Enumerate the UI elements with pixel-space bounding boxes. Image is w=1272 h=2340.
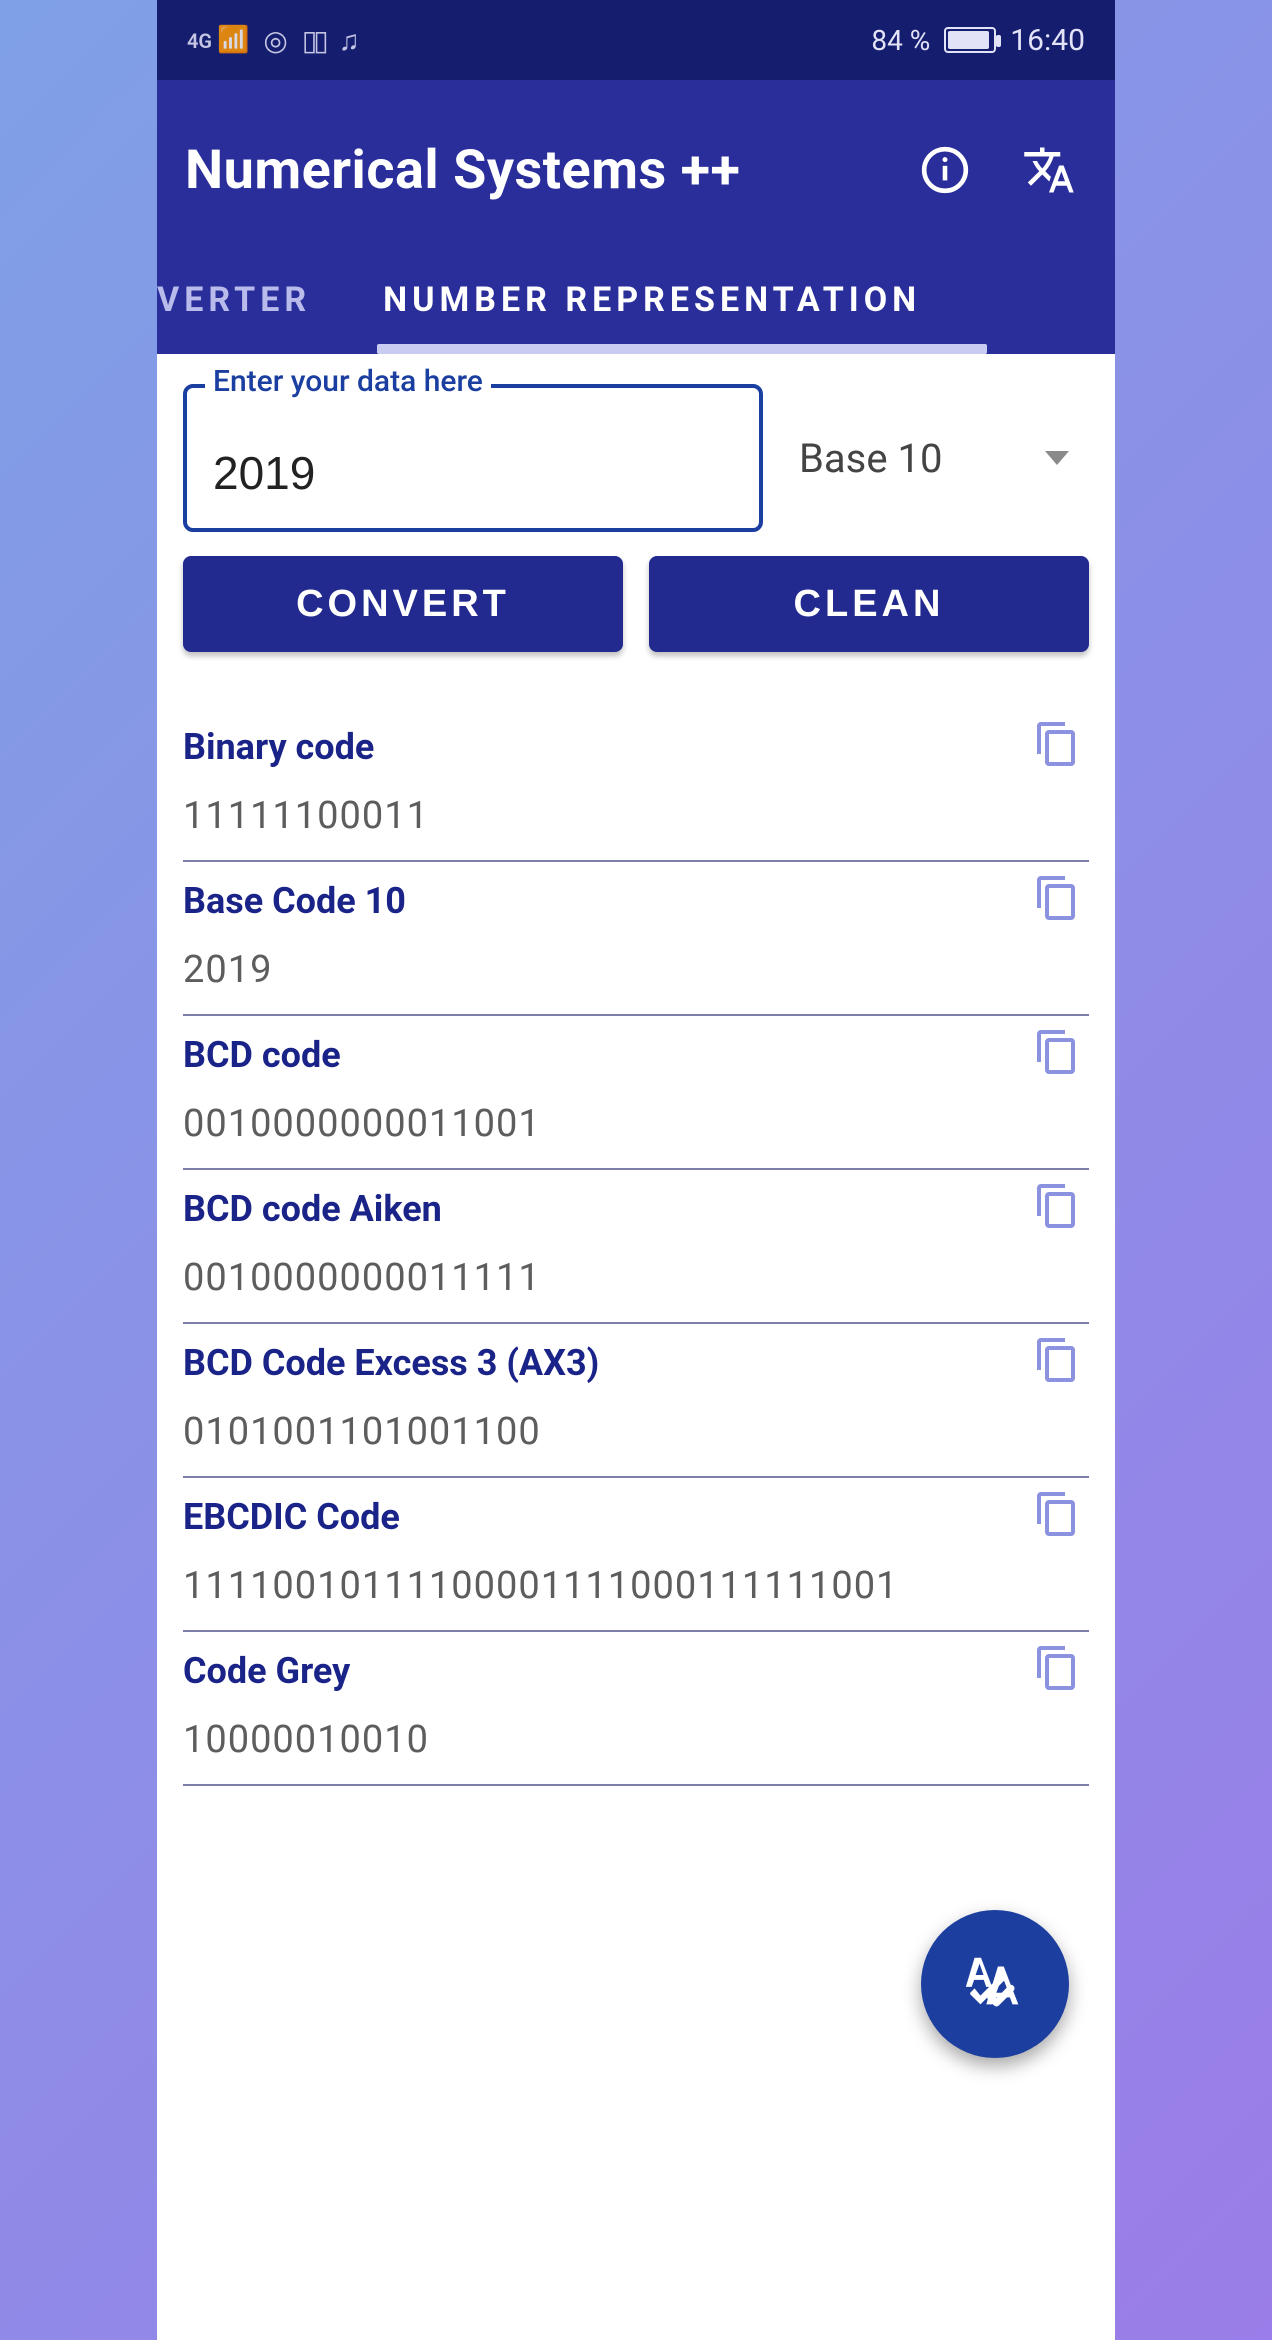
clean-button[interactable]: CLEAN [649, 556, 1089, 652]
copy-icon[interactable] [1031, 718, 1083, 770]
battery-text: 84 % [871, 24, 930, 57]
app-bar: Numerical Systems ++ [157, 80, 1115, 230]
copy-icon[interactable] [1031, 1334, 1083, 1386]
number-input-field[interactable]: Enter your data here [183, 384, 763, 532]
tab-bar: VERTER NUMBER REPRESENTATION [157, 230, 1115, 354]
result-label: Code Grey [183, 1650, 1089, 1692]
result-value: 0101001101001100 [183, 1410, 1089, 1454]
chevron-down-icon [1045, 451, 1069, 465]
result-label: BCD code [183, 1034, 1089, 1076]
tab-indicator [377, 344, 987, 354]
music-icon: ♫ [339, 24, 360, 57]
input-label: Enter your data here [205, 364, 491, 399]
number-input[interactable] [183, 384, 763, 532]
result-value: 0010000000011111 [183, 1256, 1089, 1300]
clock: 16:40 [1010, 23, 1085, 58]
battery-icon [944, 27, 996, 53]
result-value: 10000010010 [183, 1718, 1089, 1762]
spellcheck-fab[interactable] [921, 1910, 1069, 2058]
info-icon[interactable] [917, 142, 973, 198]
status-bar: 4G 📶 ◎ ▯▯ ♫ 84 % 16:40 [157, 0, 1115, 80]
result-value: 11110010111100001111000111111001 [183, 1564, 1089, 1608]
result-item: BCD Code Excess 3 (AX3) 0101001101001100 [183, 1324, 1089, 1478]
base-selected-value: Base 10 [799, 435, 942, 482]
copy-icon[interactable] [1031, 1488, 1083, 1540]
result-item: BCD code Aiken 0010000000011111 [183, 1170, 1089, 1324]
result-item: EBCDIC Code 11110010111100001111000111111… [183, 1478, 1089, 1632]
result-label: BCD Code Excess 3 (AX3) [183, 1342, 1089, 1384]
results-list: Binary code 11111100011 Base Code 10 2019 BC… [183, 708, 1089, 1786]
app-title: Numerical Systems ++ [185, 139, 740, 202]
result-label: Base Code 10 [183, 880, 1089, 922]
result-label: Binary code [183, 726, 1089, 768]
copy-icon[interactable] [1031, 1180, 1083, 1232]
result-label: EBCDIC Code [183, 1496, 1089, 1538]
result-item: Code Grey 10000010010 [183, 1632, 1089, 1786]
copy-icon[interactable] [1031, 1642, 1083, 1694]
app-frame: 4G 📶 ◎ ▯▯ ♫ 84 % 16:40 Numerical Systems… [157, 0, 1115, 2340]
result-value: 2019 [183, 948, 1089, 992]
result-item: BCD code 0010000000011001 [183, 1016, 1089, 1170]
result-item: Binary code 11111100011 [183, 708, 1089, 862]
tab-number-representation[interactable]: NUMBER REPRESENTATION [347, 280, 957, 354]
copy-icon[interactable] [1031, 1026, 1083, 1078]
convert-button[interactable]: CONVERT [183, 556, 623, 652]
translate-icon[interactable] [1021, 142, 1077, 198]
result-value: 11111100011 [183, 794, 1089, 838]
result-value: 0010000000011001 [183, 1102, 1089, 1146]
network-indicator: 4G 📶 [187, 25, 249, 55]
result-item: Base Code 10 2019 [183, 862, 1089, 1016]
base-select[interactable]: Base 10 [791, 435, 1089, 482]
copy-icon[interactable] [1031, 872, 1083, 924]
tab-converter[interactable]: VERTER [157, 280, 347, 354]
vibrate-icon: ▯▯ [302, 24, 325, 57]
result-label: BCD code Aiken [183, 1188, 1089, 1230]
hotspot-icon: ◎ [263, 24, 287, 57]
